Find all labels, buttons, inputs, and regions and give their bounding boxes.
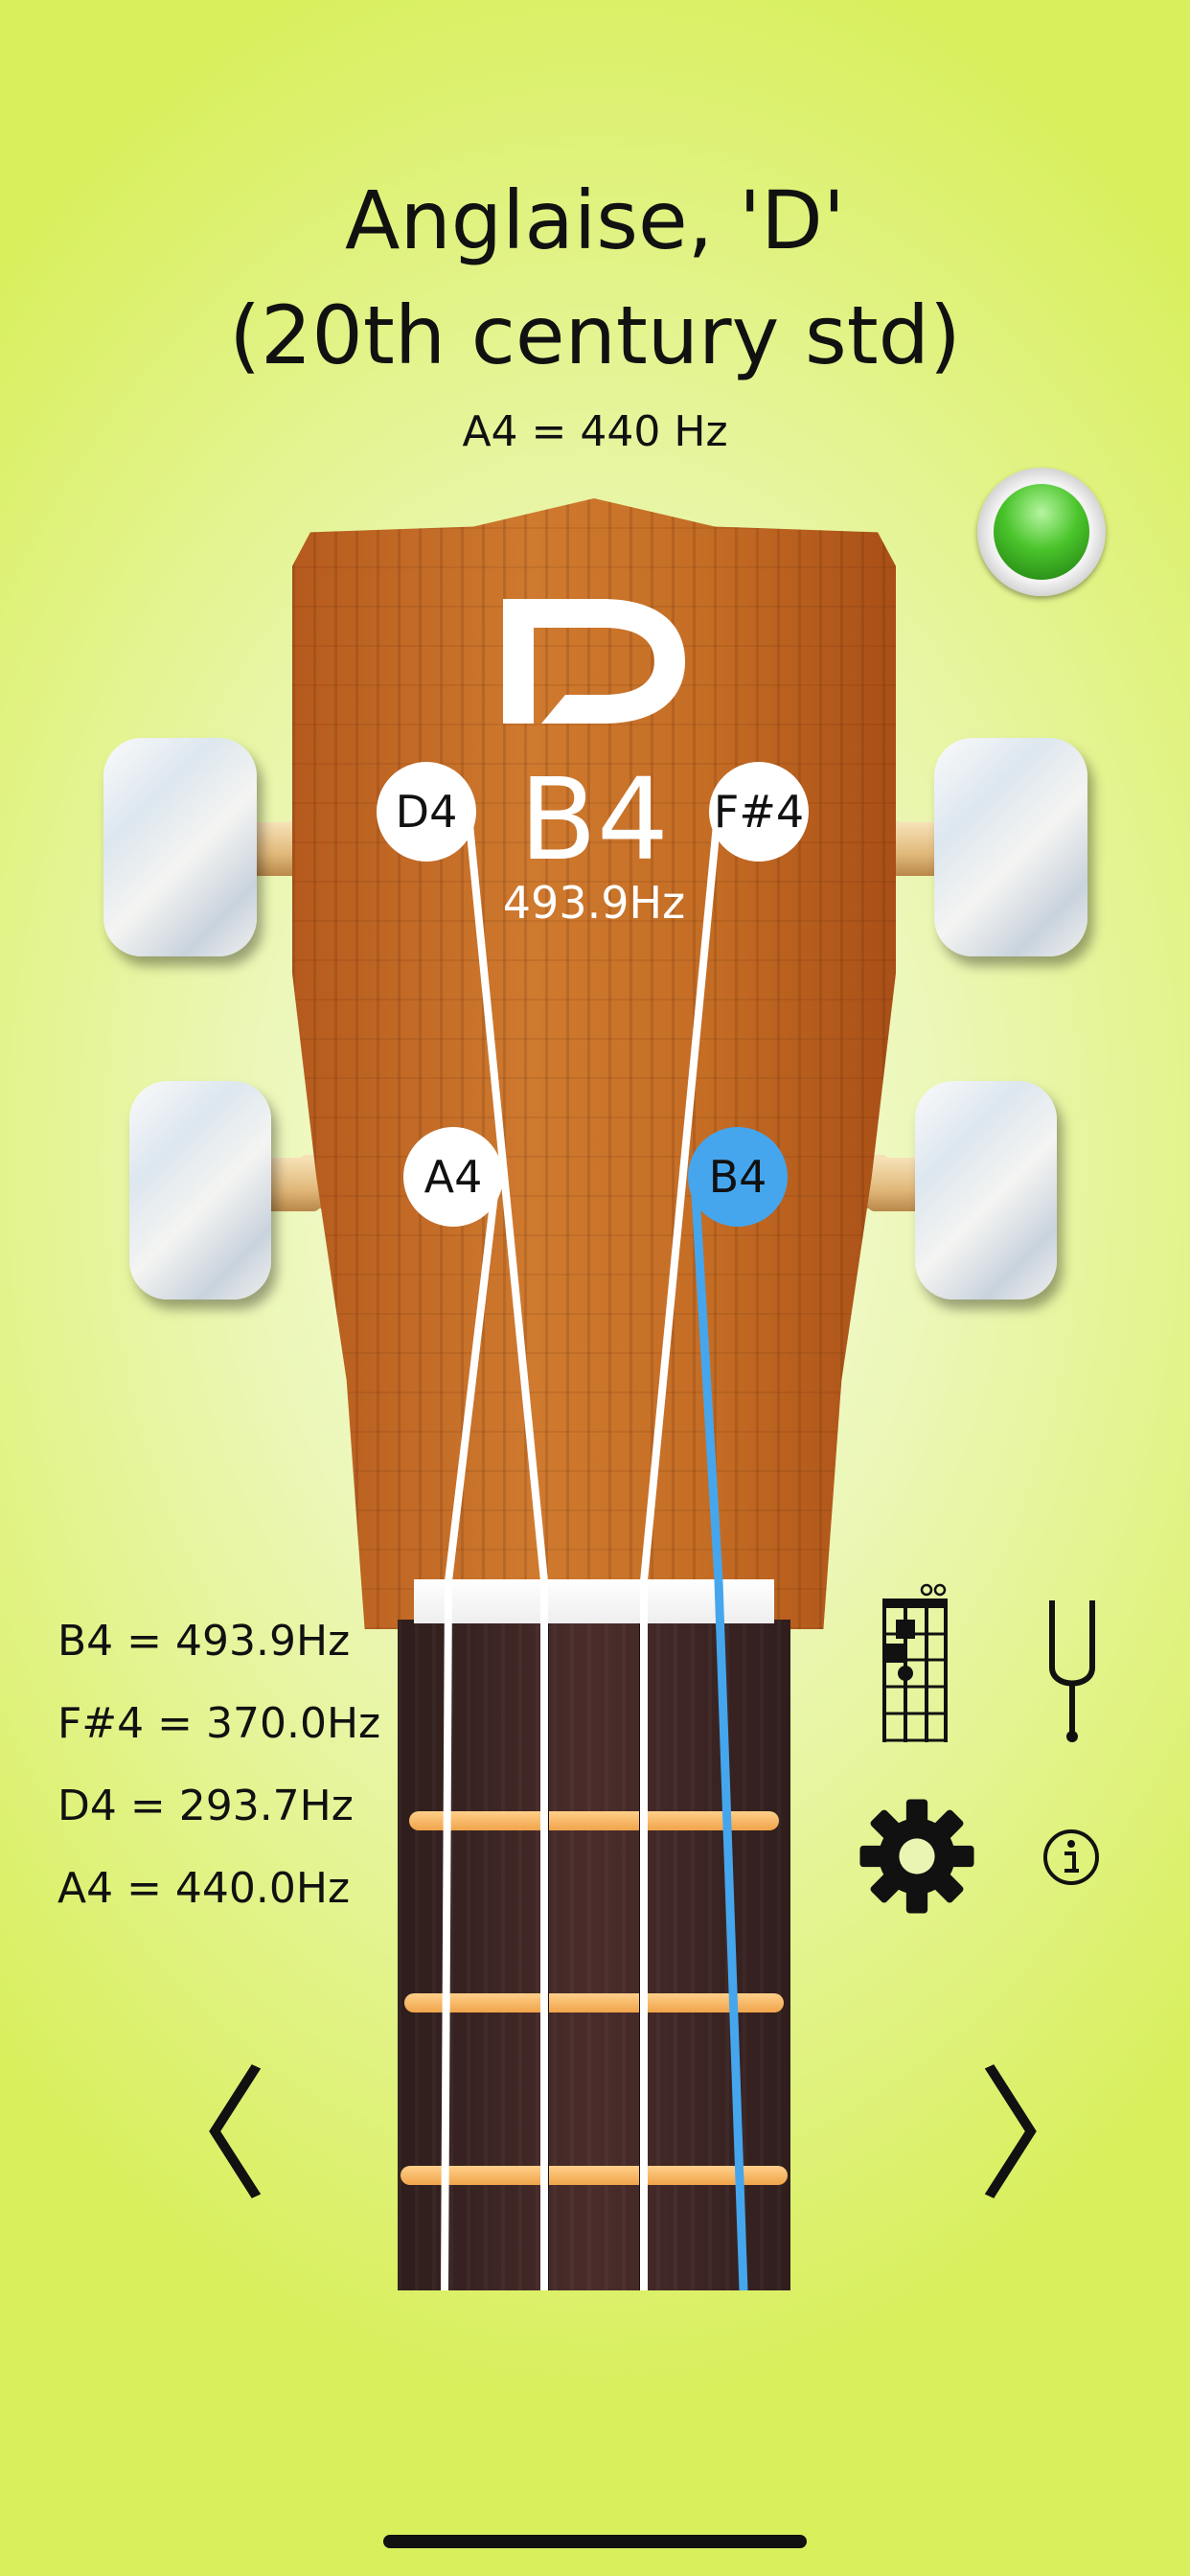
frequency-item: A4 = 440.0Hz	[57, 1864, 351, 1913]
frequency-item: F#4 = 370.0Hz	[57, 1699, 381, 1748]
tuning-peg-a4[interactable]	[129, 1081, 271, 1300]
tuning-title: Anglaise, 'D'	[345, 173, 845, 267]
frequency-item: D4 = 293.7Hz	[57, 1782, 354, 1830]
brand-logo	[503, 599, 685, 724]
gear-icon[interactable]	[858, 1797, 976, 1916]
current-note: B4	[518, 753, 670, 886]
home-indicator[interactable]	[383, 2535, 807, 2548]
tuning-peg-d4[interactable]	[103, 738, 257, 956]
next-tuning-button[interactable]: 〉	[977, 2065, 1121, 2209]
fretboard-divider	[639, 1623, 645, 2290]
info-icon[interactable]	[1041, 1828, 1101, 1887]
fretboard	[398, 1620, 790, 2290]
fretboard-divider	[543, 1623, 549, 2290]
nut	[414, 1579, 774, 1623]
current-frequency: 493.9Hz	[502, 877, 686, 929]
previous-tuning-button[interactable]: 〈	[125, 2065, 268, 2209]
tuning-fork-icon[interactable]	[1044, 1600, 1100, 1744]
frequency-item: B4 = 493.9Hz	[57, 1617, 351, 1666]
tuning-peg-fsharp4[interactable]	[934, 738, 1087, 956]
string-note-a4[interactable]: A4	[403, 1127, 503, 1227]
chord-chart-icon[interactable]	[877, 1581, 953, 1744]
reference-pitch[interactable]: A4 = 440 Hz	[0, 407, 1190, 456]
peg-shaft	[263, 1158, 321, 1211]
fret	[400, 2166, 788, 2185]
tuning-peg-b4[interactable]	[915, 1081, 1057, 1300]
tuning-subtitle: (20th century std)	[229, 288, 961, 382]
string-note-b4[interactable]: B4	[688, 1127, 788, 1227]
fret	[409, 1811, 779, 1830]
fret	[404, 1993, 784, 2012]
frequency-list: B4 = 493.9Hz F#4 = 370.0Hz D4 = 293.7Hz …	[57, 1600, 380, 1930]
tuning-status-light	[977, 468, 1106, 596]
